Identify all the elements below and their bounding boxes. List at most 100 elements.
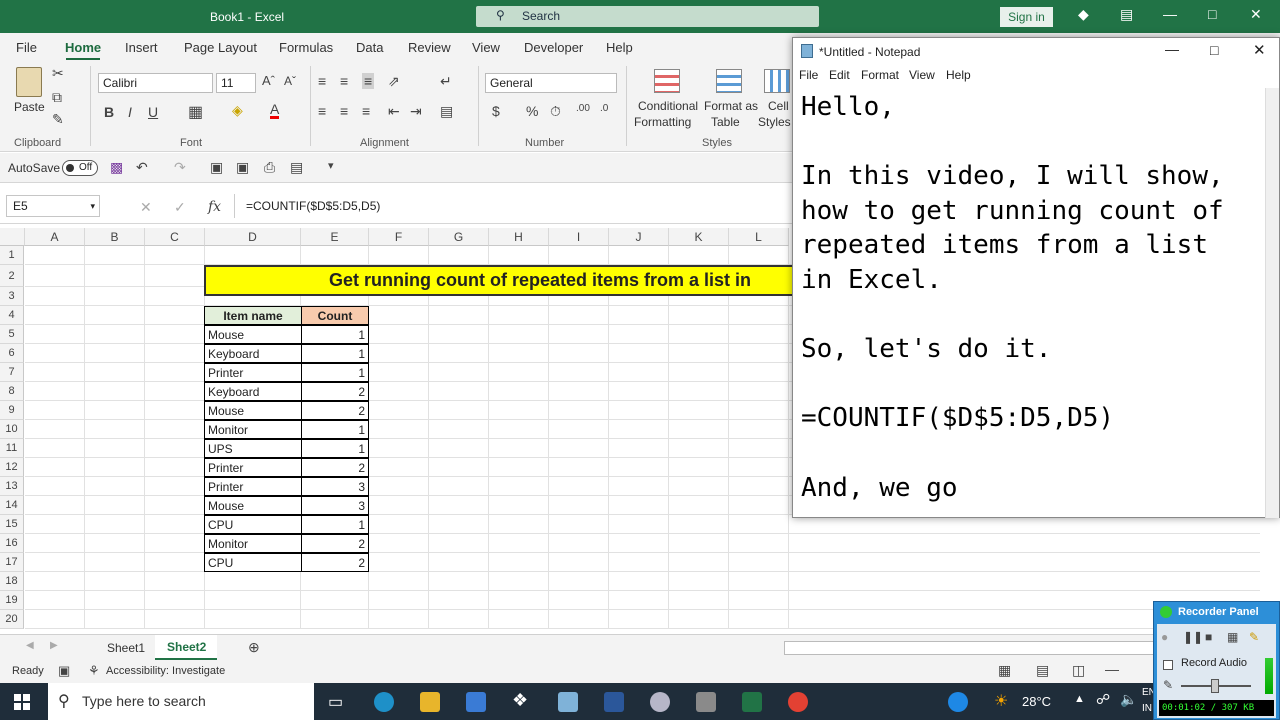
select-all-corner[interactable]	[0, 228, 25, 246]
cut-icon[interactable]: ✂	[52, 65, 64, 82]
merge-center-icon[interactable]: ▤	[440, 103, 453, 120]
word-icon[interactable]	[604, 692, 624, 712]
decrease-indent-icon[interactable]: ⇤	[388, 103, 400, 120]
camera-icon[interactable]: ▣	[236, 159, 249, 176]
row-header[interactable]: 7	[0, 363, 24, 382]
name-box[interactable]: E5 ▾	[6, 195, 100, 217]
cell-styles-label-2[interactable]: Styles	[758, 115, 791, 129]
row-header[interactable]: 2	[0, 265, 24, 287]
notepad-icon[interactable]	[558, 692, 578, 712]
edge-icon[interactable]	[374, 692, 394, 712]
number-format-select[interactable]: General	[485, 73, 617, 93]
ribbon-display-icon[interactable]: ▤	[1120, 6, 1133, 23]
count-cell[interactable]: 2	[301, 458, 369, 477]
tab-insert[interactable]: Insert	[125, 40, 158, 55]
count-cell[interactable]: 1	[301, 420, 369, 439]
column-header[interactable]: K	[669, 228, 729, 246]
column-header[interactable]: C	[145, 228, 205, 246]
volume-icon[interactable]: 🔈	[1120, 691, 1137, 708]
tab-page-layout[interactable]: Page Layout	[184, 40, 257, 55]
count-cell[interactable]: 1	[301, 439, 369, 458]
format-table-label-2[interactable]: Table	[711, 115, 740, 129]
item-cell[interactable]: Mouse	[204, 325, 302, 344]
align-top-icon[interactable]: ≡	[318, 73, 326, 89]
item-cell[interactable]: Keyboard	[204, 344, 302, 363]
format-as-table-icon[interactable]	[716, 69, 742, 93]
item-cell[interactable]: Printer	[204, 477, 302, 496]
file-explorer-icon[interactable]	[420, 692, 440, 712]
page-layout-icon[interactable]: ▤	[1036, 662, 1049, 679]
count-cell[interactable]: 3	[301, 496, 369, 515]
insert-function-icon[interactable]: fx	[208, 199, 221, 215]
np-menu-edit[interactable]: Edit	[829, 68, 850, 82]
column-header[interactable]: L	[729, 228, 789, 246]
add-sheet-icon[interactable]: ⊕	[248, 639, 260, 656]
np-menu-help[interactable]: Help	[946, 68, 971, 82]
percent-icon[interactable]: %	[526, 103, 538, 119]
accessibility-icon[interactable]: ⚘	[88, 663, 100, 679]
header-item-name[interactable]: Item name	[204, 306, 302, 325]
fill-color-icon[interactable]: ◈	[232, 102, 243, 119]
format-table-label-1[interactable]: Format as	[704, 99, 758, 113]
column-header[interactable]: D	[205, 228, 301, 246]
form-icon[interactable]: ▣	[210, 159, 223, 176]
tab-sheet2[interactable]: Sheet2	[155, 635, 217, 660]
font-name-select[interactable]: Calibri	[98, 73, 213, 93]
volume-slider-thumb[interactable]	[1211, 679, 1219, 693]
store-icon[interactable]	[466, 692, 486, 712]
redo-icon[interactable]: ↷	[174, 159, 186, 176]
accessibility-status[interactable]: Accessibility: Investigate	[106, 665, 225, 677]
np-menu-file[interactable]: File	[799, 68, 818, 82]
minimize-icon[interactable]: —	[1163, 6, 1177, 22]
network-icon[interactable]: ☍	[1096, 691, 1110, 708]
column-header[interactable]: E	[301, 228, 369, 246]
align-right-icon[interactable]: ≡	[362, 103, 370, 119]
excel-icon[interactable]	[742, 692, 762, 712]
macro-icon[interactable]: ▣	[58, 663, 70, 679]
cancel-icon[interactable]: ✕	[140, 199, 152, 216]
paste-icon[interactable]	[16, 67, 42, 97]
np-minimize-icon[interactable]: —	[1165, 41, 1179, 57]
column-header[interactable]: H	[489, 228, 549, 246]
record-icon[interactable]: ●	[1161, 630, 1168, 644]
tab-data[interactable]: Data	[356, 40, 383, 55]
item-cell[interactable]: CPU	[204, 515, 302, 534]
task-view-icon[interactable]: ▭	[328, 692, 343, 712]
count-cell[interactable]: 1	[301, 363, 369, 382]
np-menu-format[interactable]: Format	[861, 68, 899, 82]
sign-in-button[interactable]: Sign in	[1000, 7, 1053, 27]
help-icon[interactable]	[948, 692, 968, 712]
decrease-decimal-icon[interactable]: .0	[600, 103, 608, 114]
row-header[interactable]: 18	[0, 572, 24, 591]
pause-icon[interactable]: ❚❚	[1183, 630, 1203, 644]
normal-view-icon[interactable]: ▦	[998, 662, 1011, 679]
scroll-right-icon[interactable]: ▶	[50, 640, 58, 651]
dropbox-icon[interactable]: ❖	[512, 690, 528, 711]
item-cell[interactable]: Printer	[204, 363, 302, 382]
printer-icon[interactable]	[696, 692, 716, 712]
count-cell[interactable]: 1	[301, 344, 369, 363]
np-menu-view[interactable]: View	[909, 68, 935, 82]
maximize-icon[interactable]: □	[1208, 6, 1216, 22]
stop-icon[interactable]: ■	[1205, 630, 1212, 644]
search-box[interactable]: ⚲ Search	[476, 6, 819, 27]
shrink-font-icon[interactable]: Aˇ	[284, 74, 296, 88]
windows-start-icon[interactable]	[14, 694, 30, 710]
enter-icon[interactable]: ✓	[174, 199, 186, 216]
bold-icon[interactable]: B	[104, 104, 114, 120]
record-audio-checkbox[interactable]	[1163, 660, 1173, 670]
column-header[interactable]: A	[25, 228, 85, 246]
taskbar-search[interactable]: ⚲ Type here to search	[48, 683, 314, 720]
row-header[interactable]: 14	[0, 496, 24, 515]
qat-more-icon[interactable]: ▾	[328, 159, 334, 172]
row-header[interactable]: 8	[0, 382, 24, 401]
tab-help[interactable]: Help	[606, 40, 633, 55]
close-icon[interactable]: ✕	[1250, 6, 1262, 23]
comma-icon[interactable]: ⏱	[550, 103, 561, 120]
sheet-title[interactable]: Get running count of repeated items from…	[204, 265, 796, 296]
orientation-icon[interactable]: ⇗	[388, 73, 400, 90]
row-header[interactable]: 9	[0, 401, 24, 420]
scroll-left-icon[interactable]: ◀	[26, 640, 34, 651]
chrome-icon[interactable]	[788, 692, 808, 712]
count-cell[interactable]: 2	[301, 553, 369, 572]
